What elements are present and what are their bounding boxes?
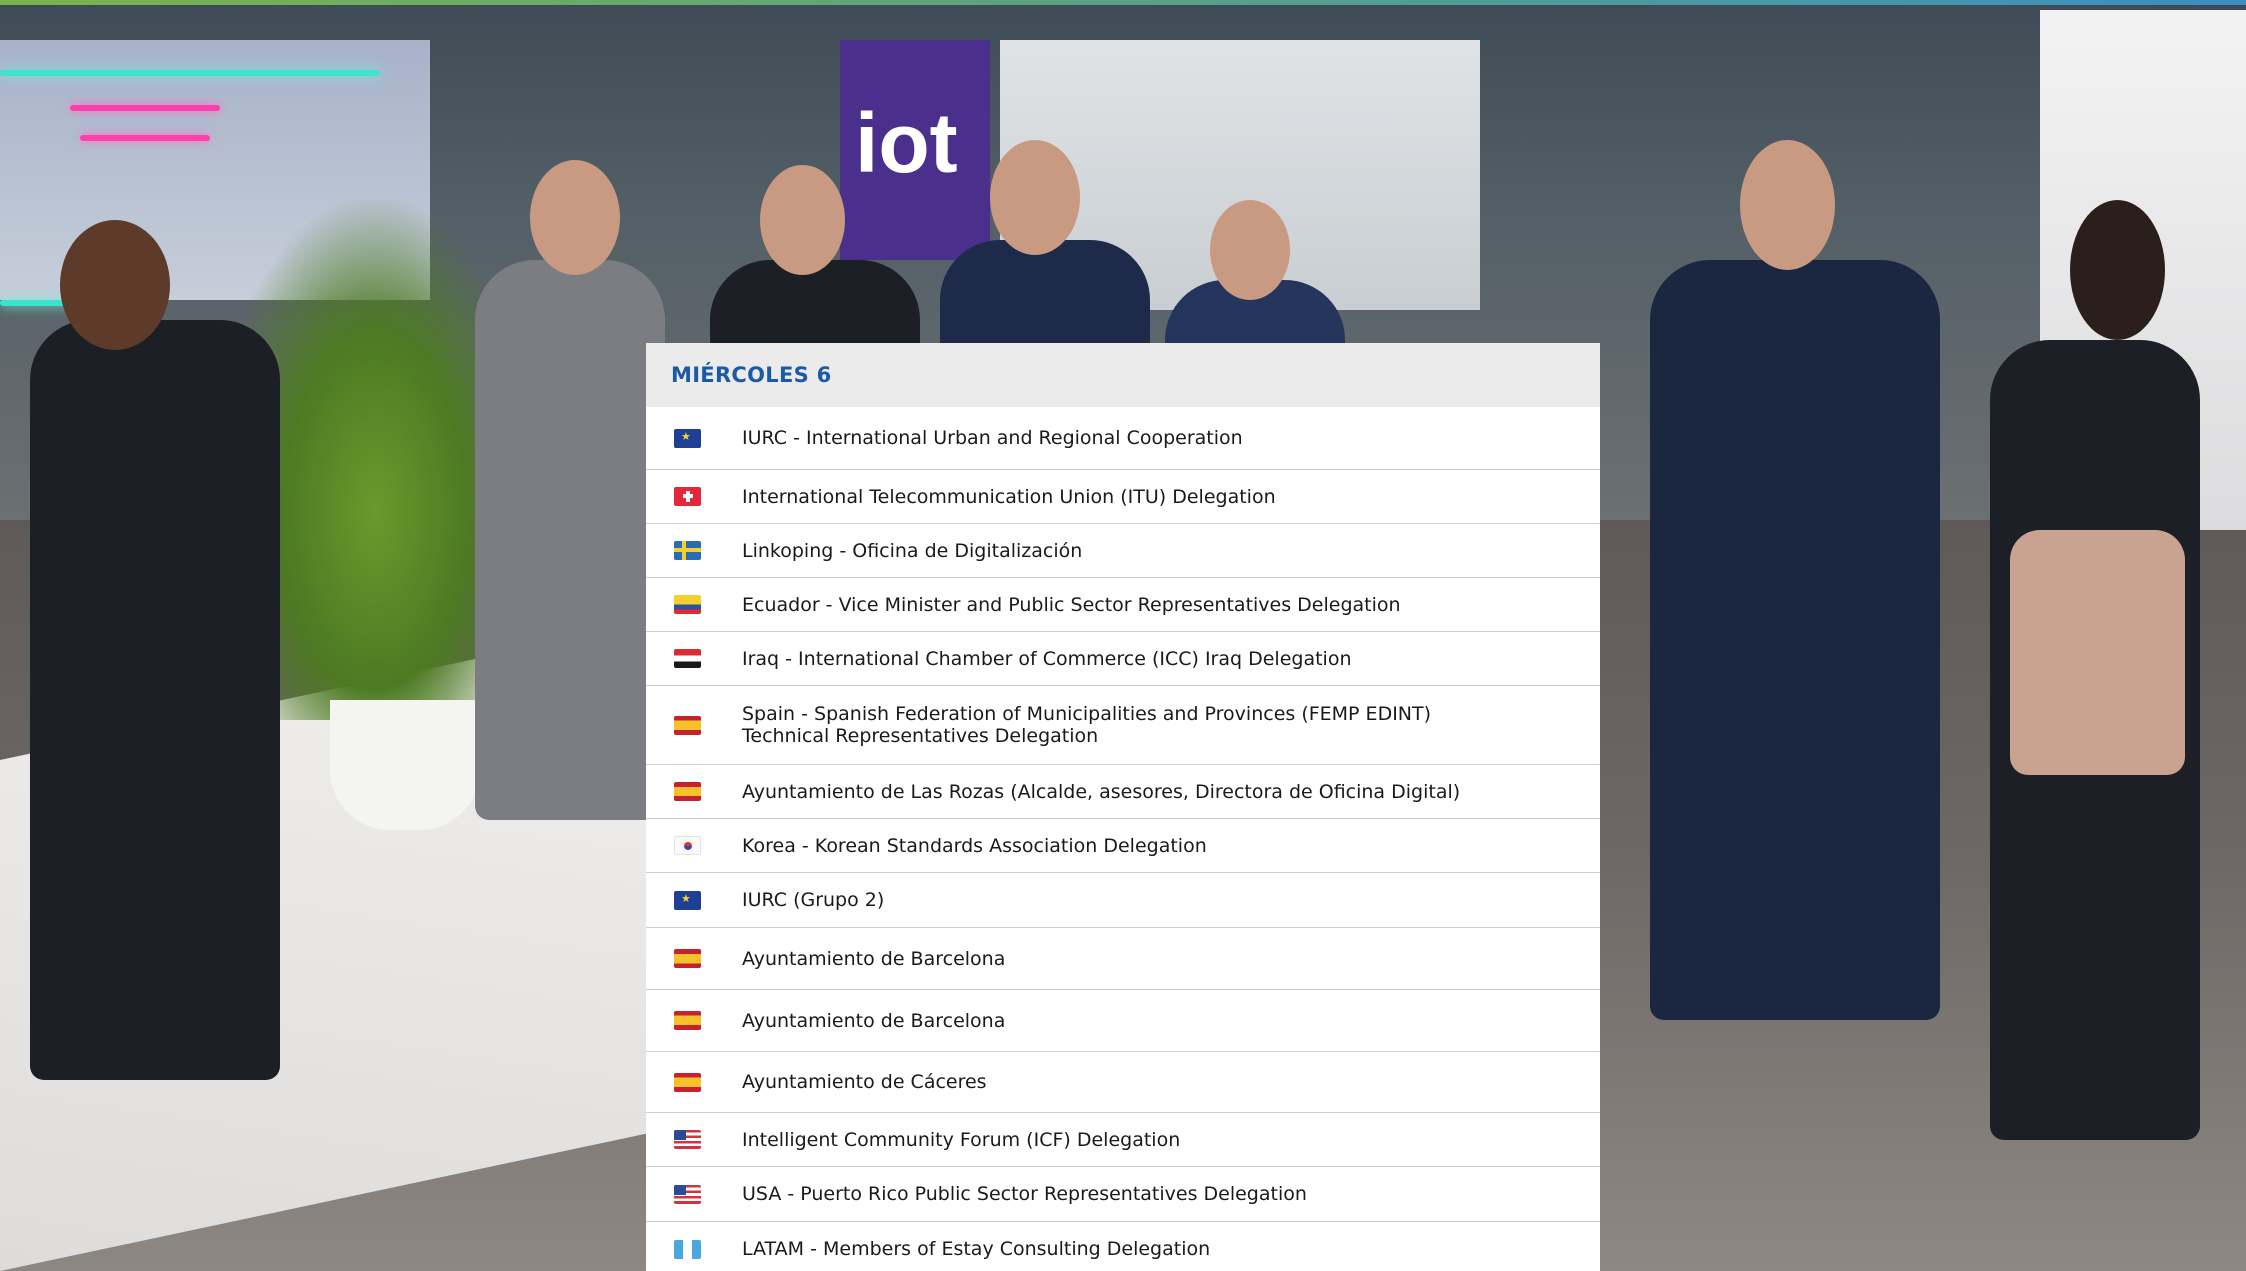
delegation-row: IURC - International Urban and Regional … [646, 407, 1600, 470]
neon-light-strip [80, 135, 210, 141]
attendee-head [1740, 140, 1835, 270]
visit-schedule-panel: MIÉRCOLES 6 IURC - International Urban a… [646, 343, 1600, 1271]
spain-flag-icon [674, 949, 701, 968]
neon-light-strip [70, 105, 220, 111]
delegation-row: Linkoping - Oficina de Digitalización [646, 524, 1600, 578]
delegation-row: IURC (Grupo 2) [646, 873, 1600, 928]
delegation-row: Spain - Spanish Federation of Municipali… [646, 686, 1600, 765]
delegation-label: Ecuador - Vice Minister and Public Secto… [742, 593, 1401, 616]
delegation-label: Ayuntamiento de Cáceres [742, 1071, 987, 1093]
top-accent-bar [0, 0, 2246, 5]
spain-flag-icon [674, 1011, 701, 1030]
switzerland-flag-icon [674, 487, 701, 506]
delegation-row: Intelligent Community Forum (ICF) Delega… [646, 1113, 1600, 1167]
delegation-row: Korea - Korean Standards Association Del… [646, 819, 1600, 873]
usa-flag-icon [674, 1184, 701, 1204]
delegation-label: IURC - International Urban and Regional … [742, 427, 1243, 449]
delegation-row: Ayuntamiento de Las Rozas (Alcalde, ases… [646, 765, 1600, 819]
delegation-label: Intelligent Community Forum (ICF) Delega… [742, 1128, 1181, 1151]
attendee-head [760, 165, 845, 275]
handbag [2010, 530, 2185, 775]
spain-flag-icon [674, 1072, 701, 1092]
delegation-row: Ecuador - Vice Minister and Public Secto… [646, 578, 1600, 632]
delegation-row: USA - Puerto Rico Public Sector Represen… [646, 1167, 1600, 1222]
presenter-figure [30, 320, 280, 1080]
spain-flag-icon [674, 715, 701, 735]
delegation-row: Iraq - International Chamber of Commerce… [646, 632, 1600, 686]
attendee-head [990, 140, 1080, 255]
attendee-head [530, 160, 620, 275]
delegation-label: Ayuntamiento de Barcelona [742, 1009, 1006, 1032]
iraq-flag-icon [674, 649, 701, 668]
presenter-head [60, 220, 170, 350]
delegation-list: IURC - International Urban and Regional … [646, 407, 1600, 1271]
iot-booth-sign: iot [855, 96, 958, 190]
schedule-day-header: MIÉRCOLES 6 [646, 343, 1600, 407]
delegation-label: LATAM - Members of Estay Consulting Dele… [742, 1238, 1211, 1260]
delegation-row: Ayuntamiento de Barcelona [646, 990, 1600, 1052]
delegation-label: USA - Puerto Rico Public Sector Represen… [742, 1183, 1307, 1205]
delegation-label: Ayuntamiento de Barcelona [742, 947, 1006, 970]
attendee-figure [1650, 260, 1940, 1020]
delegation-label: Ayuntamiento de Las Rozas (Alcalde, ases… [742, 780, 1461, 803]
delegation-label: IURC (Grupo 2) [742, 889, 885, 911]
attendee-head [2070, 200, 2165, 340]
usa-flag-icon [674, 1130, 701, 1149]
sweden-flag-icon [674, 541, 701, 560]
delegation-row: International Telecommunication Union (I… [646, 470, 1600, 524]
delegation-label: Iraq - International Chamber of Commerce… [742, 647, 1352, 670]
teal-light-strip [0, 70, 380, 76]
delegation-label: Spain - Spanish Federation of Municipali… [742, 703, 1432, 747]
delegation-row: Ayuntamiento de Cáceres [646, 1052, 1600, 1113]
attendee-figure [475, 260, 665, 820]
day-title: MIÉRCOLES 6 [671, 363, 832, 387]
spain-flag-icon [674, 782, 701, 801]
latam-flag-icon [674, 1239, 701, 1259]
delegation-row: LATAM - Members of Estay Consulting Dele… [646, 1222, 1600, 1271]
eu-flag-icon [674, 428, 701, 448]
delegation-label: International Telecommunication Union (I… [742, 485, 1276, 508]
eu-flag-icon [674, 890, 701, 910]
delegation-row: Ayuntamiento de Barcelona [646, 928, 1600, 990]
plant-pot [330, 700, 480, 830]
attendee-head [1210, 200, 1290, 300]
ecuador-flag-icon [674, 595, 701, 614]
korea-flag-icon [674, 836, 701, 855]
delegation-label: Linkoping - Oficina de Digitalización [742, 539, 1083, 562]
delegation-label: Korea - Korean Standards Association Del… [742, 834, 1207, 857]
